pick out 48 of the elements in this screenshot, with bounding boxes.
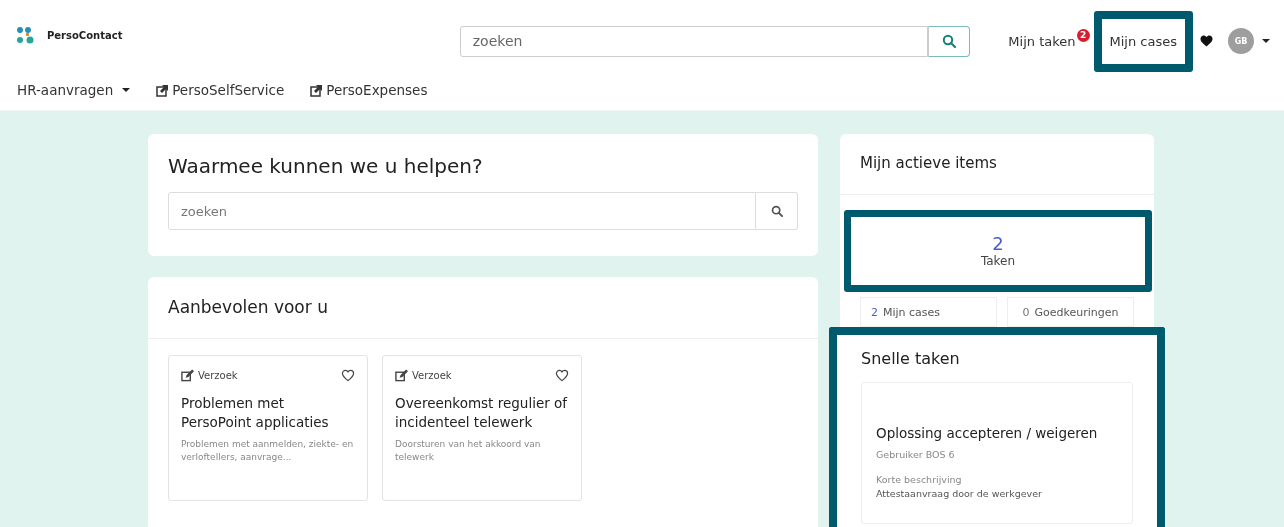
tasks-label: Taken (980, 254, 1016, 268)
tile-count: 2 (871, 305, 878, 319)
panel-title: Mijn actieve items (840, 134, 1154, 195)
field-label: Korte beschrijving (876, 474, 963, 485)
search-button[interactable] (756, 192, 798, 230)
app-name: PersoContact (47, 29, 123, 41)
search-field[interactable]: zoeken (168, 192, 756, 230)
search-icon (942, 34, 957, 48)
field-value: Attestaanvraag door de werkgever (876, 488, 1043, 499)
tasks-tile[interactable]: 2 Taken (844, 210, 1152, 292)
tile-label: Goedkeuringen (1034, 305, 1119, 319)
card-title: Waarmee kunnen we u helpen? (168, 154, 484, 178)
search-field[interactable]: zoeken (459, 25, 929, 57)
edit-icon (181, 368, 194, 382)
summary-tile[interactable]: 0 Goedkeuringen (1007, 297, 1134, 327)
card-title: Aanbevolen voor u (148, 276, 818, 339)
caret-icon (122, 88, 131, 92)
nav-link[interactable]: Mijn taken (1008, 33, 1076, 49)
nav-link[interactable]: HR-aanvragen (17, 82, 131, 98)
request-type: Verzoek (412, 369, 453, 381)
task-user: Gebruiker BOS 6 (876, 449, 956, 460)
panel-title: Snelle taken (860, 348, 961, 370)
external-link-icon (310, 83, 324, 97)
caret-icon (1262, 39, 1270, 43)
request-type: Verzoek (198, 369, 239, 381)
heart-icon (1199, 34, 1214, 48)
request-description: Doorsturen van het akkoord van telewerk (395, 437, 542, 464)
heart-icon[interactable] (341, 368, 355, 382)
task-card[interactable]: Oplossing accepteren / weigeren Gebruiker BOS 6 Korte beschrijving Attestaanvraag door de werkgever (861, 382, 1133, 524)
heart-icon[interactable] (555, 368, 569, 382)
tile-count: 0 (1022, 305, 1030, 319)
request-title: Overeenkomst regulier of incidenteel telewerk (395, 393, 569, 432)
search-button[interactable] (928, 25, 971, 57)
search-icon (770, 205, 783, 217)
request-description: Problemen met aanmelden, ziekte- en verloftellers, aanvrage... (181, 437, 355, 464)
edit-icon (395, 368, 408, 382)
external-link-icon (156, 83, 170, 97)
summary-tile[interactable]: 2 Mijn cases (860, 297, 997, 327)
request-card[interactable]: Verzoek Problemen met PersoPoint applicaties Problemen met aanmelden, ziekte- en verloftellers, aanvrage... (168, 354, 368, 501)
request-title: Problemen met PersoPoint applicaties (181, 393, 330, 432)
nav-link[interactable]: PersoSelfService (156, 82, 285, 98)
tile-label: Mijn cases (883, 305, 941, 319)
nav-link[interactable]: Mijn cases (1093, 10, 1193, 72)
task-title: Oplossing accepteren / weigeren (876, 425, 1099, 441)
nav-link[interactable]: PersoExpenses (310, 82, 428, 98)
count-badge: 2 (1076, 28, 1090, 42)
tasks-count: 2 (992, 234, 1004, 254)
request-card[interactable]: Verzoek Overeenkomst regulier of incidenteel telewerk Doorsturen van het akkoord van telewerk (382, 354, 582, 501)
